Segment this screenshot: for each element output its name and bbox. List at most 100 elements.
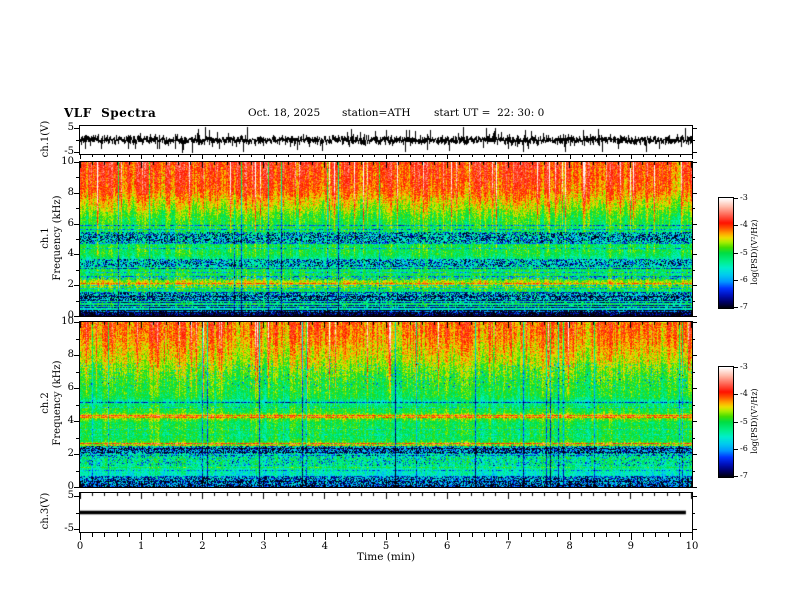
x-axis-tick [594,154,595,157]
y-tick-label: 5 [67,490,74,501]
x-axis-tick [166,533,167,537]
x-tick-label: 10 [685,541,699,552]
y-axis-tick [74,316,79,317]
x-axis-tick [545,533,546,537]
x-axis-tick [668,533,669,537]
y-axis-tick [692,355,697,356]
x-axis-tick [337,533,338,537]
y-axis-tick [74,285,79,286]
y-axis-tick [692,421,697,422]
x-axis-tick [570,154,571,159]
x-axis-tick [631,154,632,159]
colorbar-tick-label: -3 [740,193,748,202]
y-axis-tick [692,162,697,163]
x-axis-tick [692,533,693,540]
x-axis-tick [606,533,607,537]
y-axis-tick [76,405,79,406]
colorbar-tick [734,422,738,423]
x-axis-tick [92,154,93,157]
date-label: Oct. 18, 2025 [248,107,321,119]
x-axis-tick [202,154,203,159]
x-axis-tick [643,533,644,537]
y-tick-label: -5 [64,523,74,534]
y-axis-tick [692,529,697,530]
colorbar-tick [734,307,738,308]
x-axis-tick [668,154,669,157]
y-tick-label: 2 [67,448,74,459]
x-axis-tick [655,533,656,537]
x-axis-tick [496,154,497,157]
x-axis-tick [374,533,375,537]
y-axis-tick [692,254,697,255]
x-axis-tick [410,154,411,157]
x-axis-tick [545,154,546,157]
y-axis-tick [692,487,697,488]
y-axis-tick [692,513,695,514]
x-axis-tick [423,154,424,157]
station-label: station=ATH [342,107,411,119]
x-tick-label: 9 [627,541,634,552]
x-tick-label: 3 [260,541,267,552]
colorbar-tick [734,476,738,477]
x-axis-tick [533,533,534,537]
x-axis-tick [680,154,681,157]
ch2-spectrogram-panel [79,321,693,488]
y-axis-tick [692,208,695,209]
y-axis-tick [692,270,695,271]
x-axis-tick [349,533,350,537]
x-axis-tick [288,533,289,537]
x-axis-tick [166,154,167,157]
x-axis-label: Time (min) [356,551,416,563]
y-axis-tick [74,454,79,455]
y-axis-tick [74,322,79,323]
y-axis-tick [692,140,695,141]
x-tick-label: 8 [566,541,573,552]
x-axis-tick [264,154,265,159]
y-axis-tick [74,152,79,153]
x-axis-tick [521,533,522,537]
x-axis-tick [251,533,252,537]
x-axis-tick [619,154,620,157]
ch1-waveform-canvas [80,126,692,154]
x-axis-tick [349,154,350,157]
y-axis-tick [692,322,697,323]
colorbar-tick-label: -5 [740,417,748,426]
y-axis-tick [76,177,79,178]
y-axis-tick [74,128,79,129]
colorbar-tick [734,449,738,450]
y-axis-tick [76,270,79,271]
ch1-spectrogram-panel [79,161,693,317]
y-tick-label: 6 [67,218,74,229]
y-axis-tick [692,128,697,129]
x-tick-label: 4 [321,541,328,552]
x-axis-tick [472,533,473,537]
x-axis-tick [386,533,387,540]
colorbar-tick [734,394,738,395]
x-axis-tick [570,533,571,540]
y-axis-tick [74,496,79,497]
x-axis-tick [435,533,436,537]
y-axis-tick [74,388,79,389]
x-axis-tick [655,154,656,157]
x-axis-tick [410,533,411,537]
x-axis-tick [496,533,497,537]
y-tick-label: 6 [67,382,74,393]
x-axis-tick [276,154,277,157]
x-axis-tick [325,533,326,540]
x-axis-tick [104,533,105,537]
x-axis-tick [325,154,326,159]
x-axis-tick [447,154,448,159]
x-axis-tick [459,533,460,537]
x-axis-tick [276,533,277,537]
y-axis-tick [692,224,697,225]
x-axis-tick [508,154,509,159]
y-axis-tick [74,355,79,356]
x-tick-label: 6 [444,541,451,552]
colorbar-tick-label: -4 [740,389,748,398]
x-axis-tick [374,154,375,157]
y-tick-label: 10 [61,316,74,327]
x-axis-tick [557,533,558,537]
x-axis-tick [398,533,399,537]
y-axis-tick [692,152,697,153]
x-axis-tick [80,533,81,540]
